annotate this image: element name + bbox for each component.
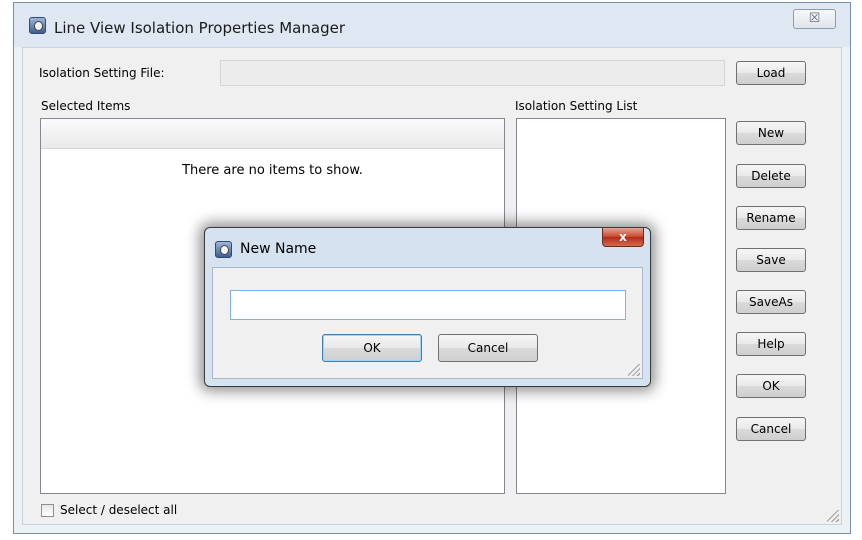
new-name-input[interactable]: [230, 290, 626, 320]
delete-button[interactable]: Delete: [736, 164, 806, 188]
new-name-dialog: New Name x OK Cancel: [204, 227, 651, 387]
title-bar[interactable]: Line View Isolation Properties Manager ☒: [14, 3, 850, 47]
cancel-button[interactable]: Cancel: [736, 417, 806, 441]
isolation-file-label: Isolation Setting File:: [39, 66, 165, 80]
isolation-setting-list-label: Isolation Setting List: [515, 99, 638, 113]
dialog-close-icon[interactable]: x: [602, 228, 644, 247]
dialog-cancel-button[interactable]: Cancel: [438, 334, 538, 362]
resize-grip-icon[interactable]: [827, 510, 839, 522]
app-icon: [29, 17, 46, 34]
select-all-label[interactable]: Select / deselect all: [60, 503, 177, 517]
rename-button[interactable]: Rename: [736, 206, 806, 230]
saveas-button[interactable]: SaveAs: [736, 290, 806, 314]
ok-button[interactable]: OK: [736, 374, 806, 398]
save-button[interactable]: Save: [736, 248, 806, 272]
isolation-file-field: [220, 60, 725, 86]
dialog-client: OK Cancel: [212, 267, 643, 379]
dialog-title: New Name: [240, 241, 317, 257]
close-icon[interactable]: ☒: [793, 9, 836, 29]
dialog-resize-grip-icon[interactable]: [628, 364, 640, 376]
selected-items-label: Selected Items: [41, 99, 131, 113]
help-button[interactable]: Help: [736, 332, 806, 356]
empty-list-message: There are no items to show.: [182, 163, 363, 178]
new-button[interactable]: New: [736, 121, 806, 145]
dialog-app-icon: [215, 241, 232, 258]
window-title: Line View Isolation Properties Manager: [54, 19, 345, 37]
select-all-checkbox[interactable]: [41, 504, 54, 517]
load-button[interactable]: Load: [736, 61, 806, 85]
dialog-ok-button[interactable]: OK: [322, 334, 422, 362]
list-column-header[interactable]: [41, 119, 504, 149]
